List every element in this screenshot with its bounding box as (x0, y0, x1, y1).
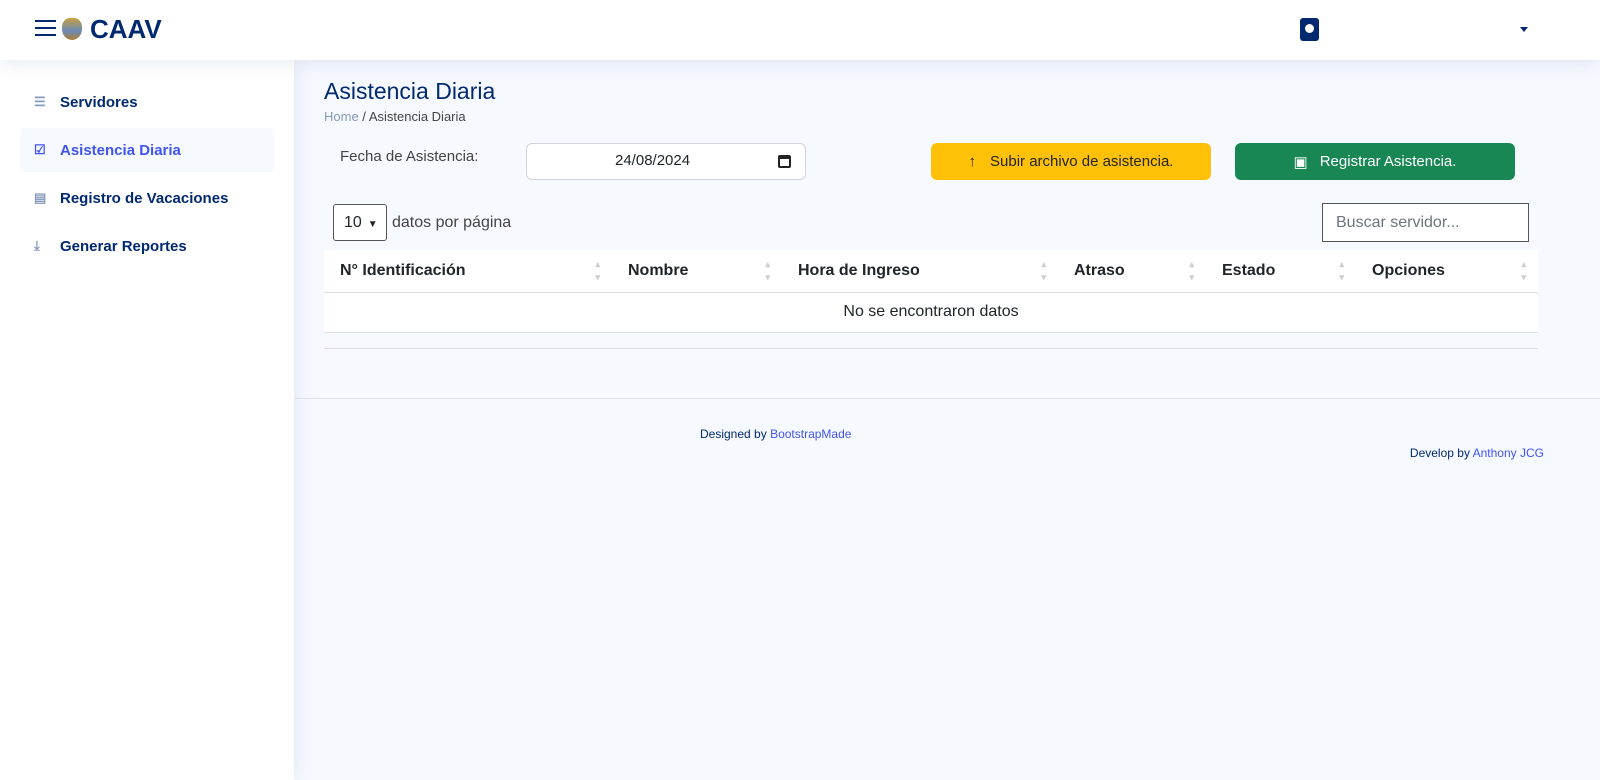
per-page-value: 10 (344, 214, 362, 231)
sidebar-item-vacaciones[interactable]: ▤ Registro de Vacaciones (20, 176, 274, 220)
table-row: No se encontraron datos (324, 292, 1538, 333)
search-input[interactable]: Buscar servidor... (1322, 203, 1529, 242)
file-download-icon: ⤓ (34, 238, 40, 253)
per-page-label: datos por página (392, 214, 512, 231)
sidebar-item-reportes[interactable]: ⤓ Generar Reportes (20, 224, 274, 268)
calendar-icon[interactable] (778, 155, 791, 168)
date-label: Fecha de Asistencia: (340, 148, 479, 165)
calendar-plus-icon: ▣ (1293, 153, 1308, 171)
column-header[interactable]: Hora de Ingreso (782, 250, 1058, 293)
menu-toggle-icon[interactable] (35, 20, 56, 38)
upload-label: Subir archivo de asistencia. (990, 153, 1174, 170)
register-attendance-button[interactable]: ▣ Registrar Asistencia. (1235, 143, 1515, 180)
bootstrapmade-link[interactable]: BootstrapMade (770, 427, 851, 441)
coat-of-arms-logo (62, 18, 82, 40)
sidebar-item-label: Registro de Vacaciones (60, 189, 229, 207)
breadcrumb: Home / Asistencia Diaria (324, 109, 466, 124)
date-value: 24/08/2024 (615, 152, 691, 169)
profile-icon[interactable] (1300, 18, 1319, 41)
column-header[interactable]: N° Identificación (324, 250, 612, 293)
page-title: Asistencia Diaria (324, 78, 496, 104)
develop-by: Develop by Anthony JCG (1410, 446, 1544, 460)
upload-file-button[interactable]: ↑ Subir archivo de asistencia. (931, 143, 1211, 180)
footer: Designed by BootstrapMade Develop by Ant… (294, 398, 1600, 460)
column-header[interactable]: Opciones (1356, 250, 1538, 293)
attendance-table: N° Identificación Nombre Hora de Ingreso… (324, 250, 1538, 333)
breadcrumb-current: Asistencia Diaria (368, 109, 466, 124)
breadcrumb-home[interactable]: Home (324, 109, 359, 124)
person-lines-icon: ☰ (34, 94, 46, 109)
journal-icon: ▤ (34, 190, 47, 205)
date-input[interactable]: 24/08/2024 (526, 143, 806, 180)
sidebar-item-servidores[interactable]: ☰ Servidores (20, 80, 274, 124)
sidebar-item-label: Asistencia Diaria (60, 141, 181, 159)
designed-by: Designed by BootstrapMade (700, 427, 851, 441)
empty-message: No se encontraron datos (324, 292, 1538, 333)
divider (324, 348, 1538, 349)
register-label: Registrar Asistencia. (1319, 153, 1457, 170)
main: Asistencia Diaria Home / Asistencia Diar… (324, 78, 1538, 349)
sidebar: ☰ Servidores ☑ Asistencia Diaria ▤ Registro… (0, 60, 294, 780)
column-header[interactable]: Estado (1206, 250, 1356, 293)
column-header[interactable]: Nombre (612, 250, 782, 293)
checklist-icon: ☑ (34, 142, 46, 157)
sidebar-item-label: Generar Reportes (60, 237, 187, 255)
designed-by-text: Designed by (700, 427, 767, 441)
brand[interactable]: CAAV (90, 14, 162, 45)
develop-by-text: Develop by (1409, 446, 1470, 460)
developer-link[interactable]: Anthony JCG (1473, 446, 1544, 460)
sidebar-item-label: Servidores (60, 93, 138, 111)
sidebar-item-asistencia[interactable]: ☑ Asistencia Diaria (20, 128, 274, 172)
header: CAAV (0, 0, 1600, 60)
column-header[interactable]: Atraso (1058, 250, 1206, 293)
chevron-down-icon[interactable] (1520, 27, 1528, 36)
per-page-select[interactable]: 10 ▼ (333, 204, 387, 241)
chevron-down-icon: ▼ (367, 219, 378, 230)
arrow-up-icon: ↑ (968, 153, 977, 170)
